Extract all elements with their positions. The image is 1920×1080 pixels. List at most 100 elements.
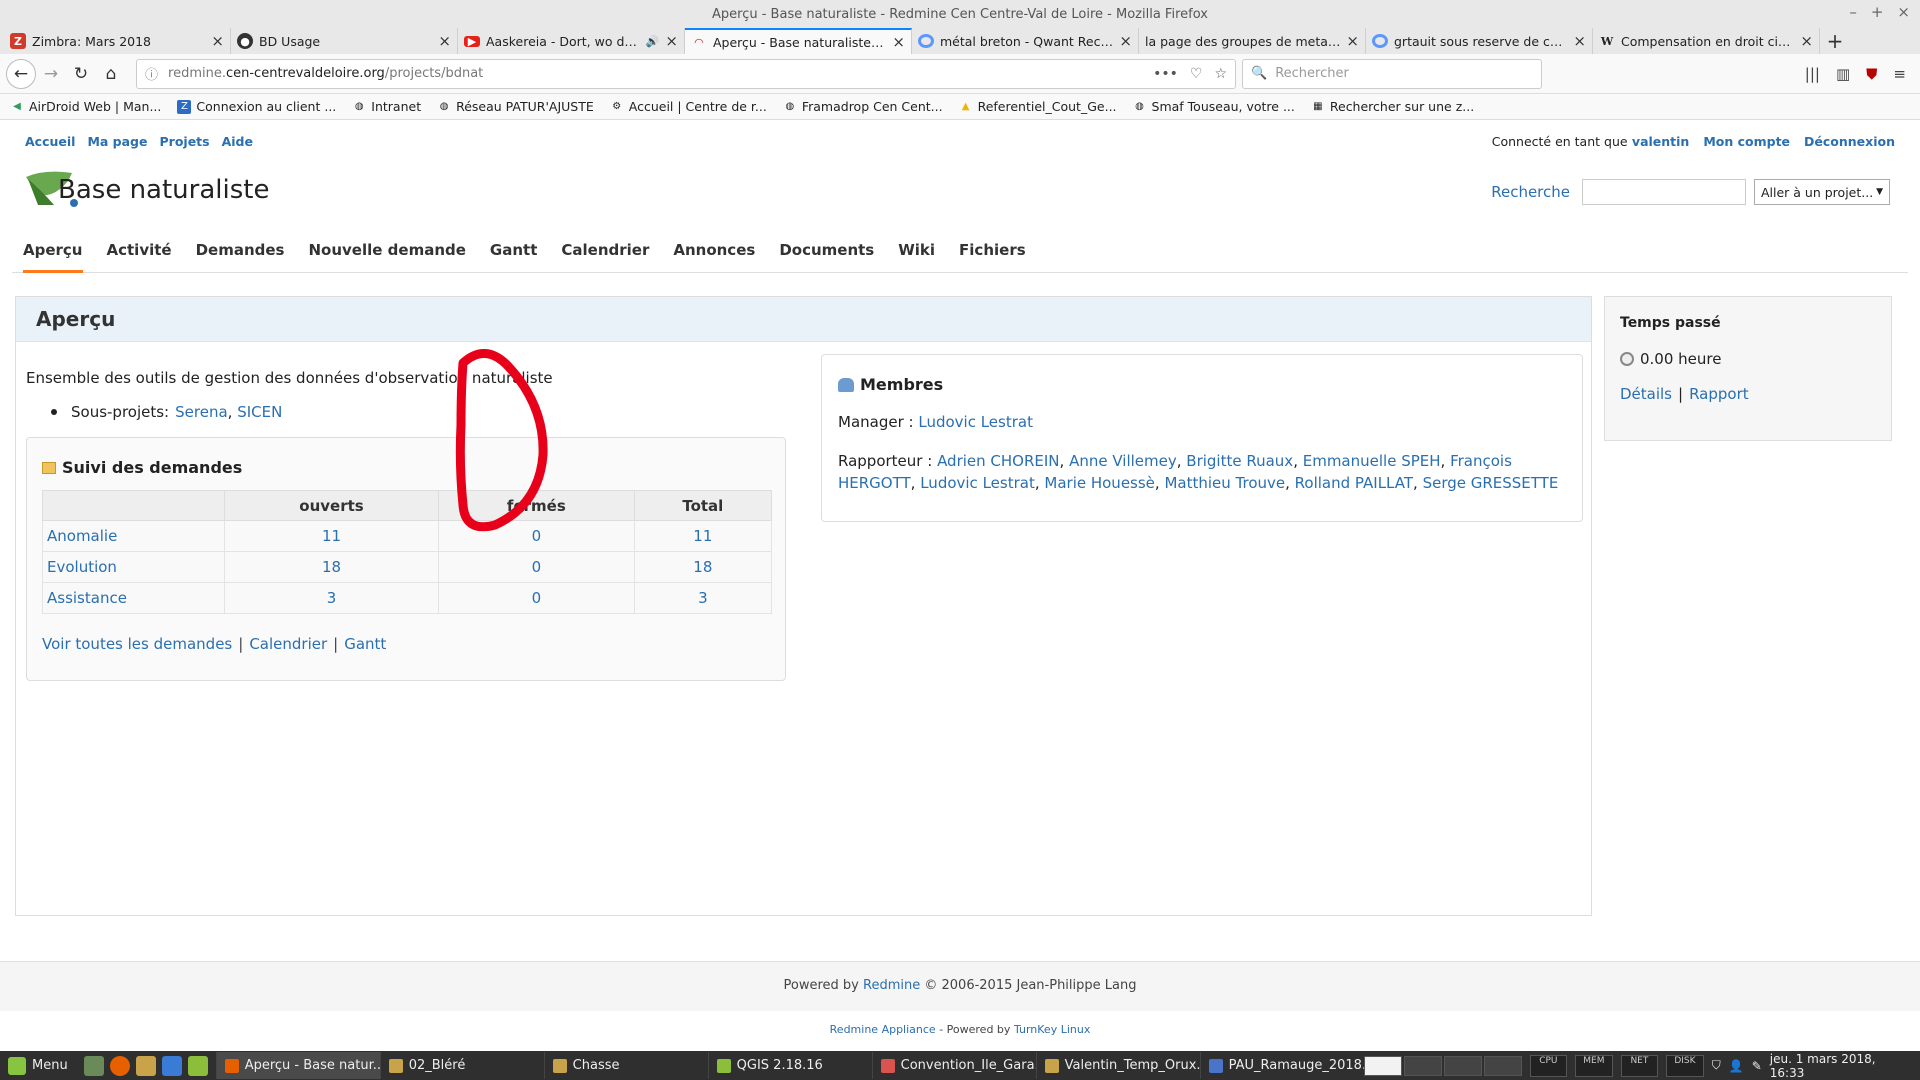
taskbar-window[interactable]: Valentin_Temp_Orux... [1035,1052,1200,1079]
open-count-link[interactable]: 3 [327,589,337,607]
close-tab-icon[interactable]: × [1573,32,1586,50]
tab-documents[interactable]: Documents [779,231,874,273]
bookmark-item[interactable]: ◍ Réseau PATUR'AJUSTE [437,99,594,114]
calendar-link[interactable]: Calendrier [249,635,327,653]
total-count-link[interactable]: 3 [698,589,708,607]
report-link[interactable]: Rapport [1689,385,1749,403]
closed-count-link[interactable]: 0 [532,527,542,545]
search-link[interactable]: Recherche [1491,183,1570,201]
workspace[interactable] [1483,1055,1522,1076]
minimize-icon[interactable]: – [1849,3,1857,21]
bookmark-item[interactable]: ◀ AirDroid Web | Man... [10,99,161,114]
browser-tab[interactable]: ▶ Aaskereia - Dort, wo das alt 🔊 × [458,28,685,54]
closed-count-link[interactable]: 0 [532,558,542,576]
subproject-link[interactable]: SICEN [237,403,282,421]
top-menu-help-link[interactable]: Aide [222,134,253,149]
redmine-appliance-link[interactable]: Redmine Appliance [830,1023,936,1036]
forward-button[interactable]: → [36,59,66,89]
total-count-link[interactable]: 18 [693,558,712,576]
tab-demandes[interactable]: Demandes [196,231,285,273]
top-menu-my-page-link[interactable]: Ma page [87,134,147,149]
member-link[interactable]: Serge GRESSETTE [1423,474,1559,492]
shield-icon[interactable]: ⛉ [1712,1058,1721,1073]
reload-button[interactable]: ↻ [66,59,96,89]
view-all-issues-link[interactable]: Voir toutes les demandes [42,635,232,653]
member-link[interactable]: Anne Villemey [1069,452,1177,470]
new-tab-button[interactable]: + [1820,28,1850,54]
browser-tab[interactable]: W Compensation en droit civil fr × [1593,28,1820,54]
tab-activite[interactable]: Activité [107,231,172,273]
taskbar-window[interactable]: Aperçu - Base natur... [215,1052,380,1079]
clock-text[interactable]: jeu. 1 mars 2018, 16:33 [1770,1052,1912,1080]
bookmark-item[interactable]: ◍ Framadrop Cen Cent... [783,99,942,114]
tab-wiki[interactable]: Wiki [898,231,935,273]
tracker-link[interactable]: Assistance [47,589,127,607]
maximize-icon[interactable]: + [1871,3,1884,21]
details-link[interactable]: Détails [1620,385,1672,403]
workspace[interactable] [1403,1055,1442,1076]
workspace[interactable] [1443,1055,1482,1076]
logout-link[interactable]: Déconnexion [1804,134,1895,149]
close-tab-icon[interactable]: × [211,32,224,50]
pocket-icon[interactable]: ♡ [1190,66,1203,82]
bookmark-item[interactable]: ⚙ Accueil | Centre de r... [610,99,767,114]
bookmark-item[interactable]: ◍ Intranet [352,99,421,114]
bookmark-item[interactable]: ◍ Smaf Touseau, votre ... [1133,99,1295,114]
bookmark-item[interactable]: ▲ Referentiel_Cout_Ge... [959,99,1117,114]
open-count-link[interactable]: 18 [322,558,341,576]
tracker-link[interactable]: Evolution [47,558,117,576]
top-menu-projects-link[interactable]: Projets [160,134,210,149]
info-icon[interactable]: ⓘ [145,64,158,83]
start-menu-button[interactable]: Menu [0,1056,76,1075]
sidebar-icon[interactable]: ▥ [1836,65,1850,83]
home-button[interactable]: ⌂ [96,59,126,89]
workspace-switcher[interactable] [1363,1055,1522,1076]
member-link[interactable]: Ludovic Lestrat [920,474,1035,492]
tab-annonces[interactable]: Annonces [673,231,755,273]
search-bar[interactable]: 🔍 Rechercher [1242,58,1542,89]
top-menu-home-link[interactable]: Accueil [25,134,75,149]
qgis-icon[interactable] [187,1055,208,1076]
browser-tab[interactable]: grtauit sous reserve de comp × [1366,28,1593,54]
close-window-icon[interactable]: × [1897,3,1910,21]
closed-count-link[interactable]: 0 [532,589,542,607]
close-tab-icon[interactable]: × [892,33,905,51]
taskbar-window[interactable]: PAU_Ramauge_2018... [1199,1052,1364,1079]
browser-tab[interactable]: la page des groupes de metal bret × [1139,28,1366,54]
my-account-link[interactable]: Mon compte [1703,134,1790,149]
taskbar-window[interactable]: 02_Bléré [379,1052,544,1079]
hamburger-menu-icon[interactable]: ≡ [1893,65,1906,83]
member-link[interactable]: Brigitte Ruaux [1186,452,1293,470]
project-jump-select[interactable]: Aller à un projet... ▼ [1754,179,1890,205]
turnkey-link[interactable]: TurnKey Linux [1014,1023,1090,1036]
browser-tab[interactable]: ● BD Usage × [231,28,458,54]
tab-nouvelle-demande[interactable]: Nouvelle demande [308,231,465,273]
pen-icon[interactable]: ✎ [1752,1059,1762,1073]
workspace[interactable] [1363,1055,1402,1076]
taskbar-window[interactable]: Chasse [543,1052,708,1079]
tab-gantt[interactable]: Gantt [490,231,537,273]
member-link[interactable]: Matthieu Trouve [1164,474,1285,492]
browser-tab-active[interactable]: ◠ Aperçu - Base naturaliste - Redm × [685,28,912,54]
open-count-link[interactable]: 11 [322,527,341,545]
member-link[interactable]: Rolland PAILLAT [1295,474,1413,492]
screen-icon[interactable] [161,1055,182,1076]
desktop-icon[interactable] [83,1055,104,1076]
user-icon[interactable]: 👤 [1729,1059,1744,1073]
firefox-icon[interactable] [109,1055,130,1076]
tracker-link[interactable]: Anomalie [47,527,117,545]
back-button[interactable]: ← [6,58,36,89]
gantt-link[interactable]: Gantt [344,635,386,653]
close-tab-icon[interactable]: × [1346,32,1359,50]
taskbar-window[interactable]: QGIS 2.18.16 [707,1052,872,1079]
browser-tab[interactable]: Z Zimbra: Mars 2018 × [4,28,231,54]
redmine-link[interactable]: Redmine [863,978,920,993]
browser-tab[interactable]: métal breton - Qwant Recherche × [912,28,1139,54]
bookmark-item[interactable]: Z Connexion au client ... [177,99,336,114]
tab-apercu[interactable]: Aperçu [23,231,83,273]
files-icon[interactable] [135,1055,156,1076]
member-link[interactable]: Marie Houessè [1044,474,1155,492]
library-icon[interactable]: ||| [1805,65,1820,83]
close-tab-icon[interactable]: × [438,32,451,50]
bookmark-star-icon[interactable]: ☆ [1214,66,1227,82]
